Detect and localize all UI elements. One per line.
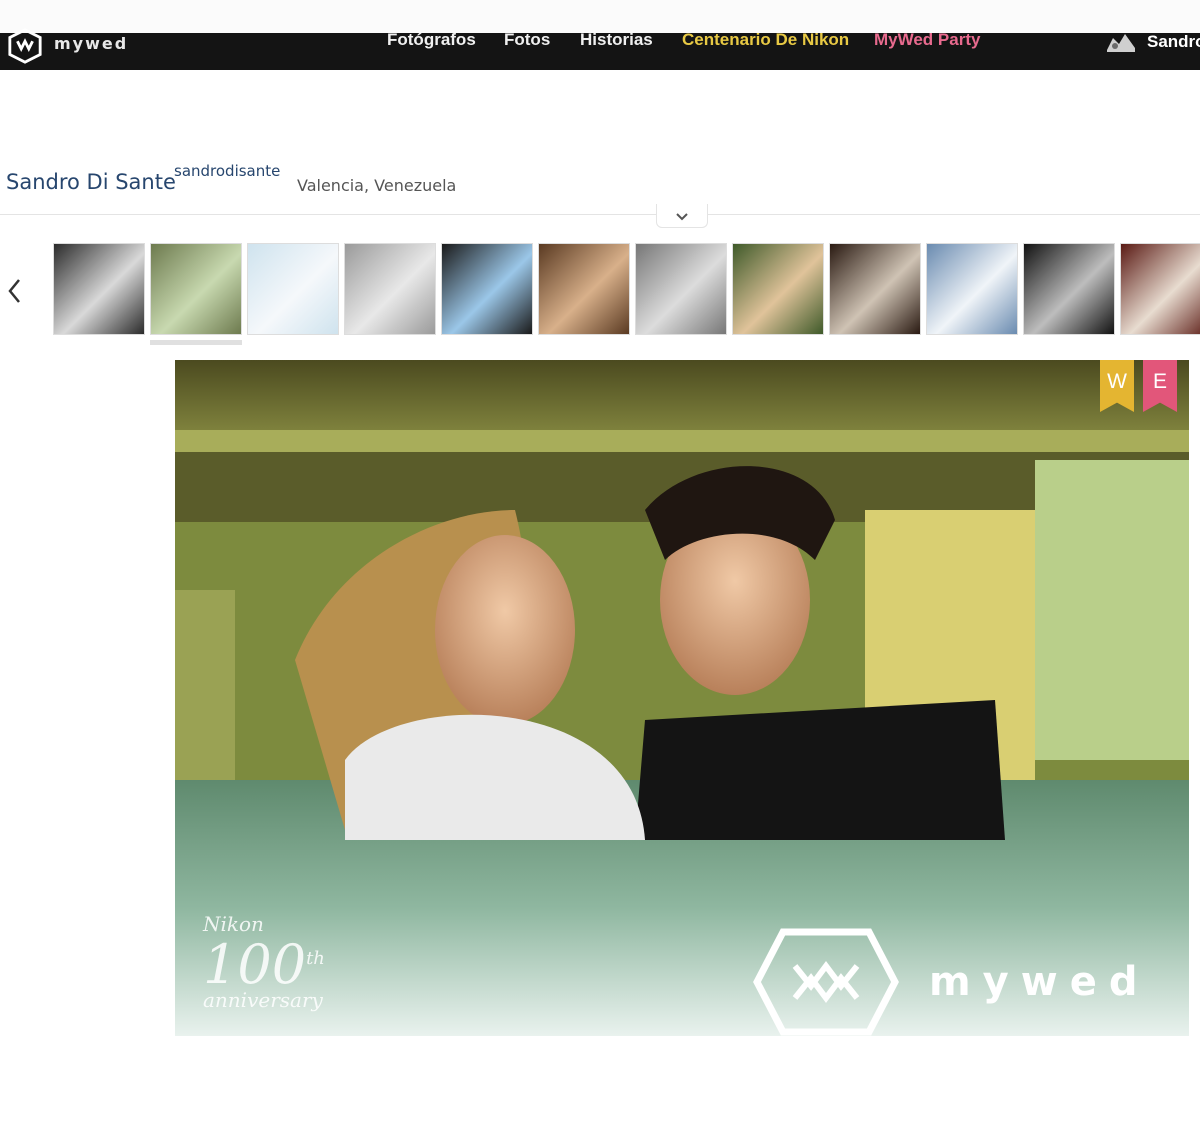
watermark-nikon-number: 100 <box>203 933 307 996</box>
nav-centenario-nikon[interactable]: Centenario De Nikon <box>682 30 849 50</box>
thumb-balloons[interactable] <box>441 243 533 335</box>
main-photo[interactable]: W E Nikon 100th anniversary mywed <box>175 360 1189 1036</box>
thumb-couple-kiss[interactable] <box>538 243 630 335</box>
watermark-nikon-anniversary: anniversary <box>203 988 323 1012</box>
brand-name: mywed <box>54 33 129 53</box>
thumb-couple-street[interactable] <box>635 243 727 335</box>
expand-profile-button[interactable] <box>656 204 708 228</box>
photographer-location: Valencia, Venezuela <box>297 176 457 195</box>
thumbs-prev-button[interactable] <box>2 274 26 308</box>
mywed-logo-icon <box>8 28 42 64</box>
watermark-brand: mywed <box>929 959 1150 1005</box>
user-name: Sandro <box>1147 32 1200 51</box>
thumb-couple-bw[interactable] <box>53 243 145 335</box>
nav-mywed-party[interactable]: MyWed Party <box>874 30 980 50</box>
user-avatar <box>1107 34 1135 52</box>
brand-logo[interactable]: mywed <box>6 28 128 64</box>
thumb-bride-red[interactable] <box>1120 243 1200 335</box>
thumb-bride-window[interactable] <box>829 243 921 335</box>
chevron-down-icon <box>676 212 688 220</box>
user-menu[interactable]: Sandro <box>1103 30 1200 54</box>
thumbnail-selected-indicator <box>150 340 242 345</box>
mywed-watermark-logo-icon <box>753 928 899 1036</box>
thumb-couple-pool[interactable] <box>150 243 242 335</box>
nav-historias[interactable]: Historias <box>580 30 653 50</box>
photographer-handle[interactable]: sandrodisante <box>174 162 280 180</box>
thumb-rings-bw[interactable] <box>1023 243 1115 335</box>
thumb-bride-veil[interactable] <box>344 243 436 335</box>
nikon-anniversary-watermark: Nikon 100th anniversary <box>203 912 325 1012</box>
thumb-snow-scene[interactable] <box>247 243 339 335</box>
header-divider <box>0 214 1200 215</box>
photographer-name[interactable]: Sandro Di Sante <box>6 170 176 194</box>
thumb-horse-mountains[interactable] <box>926 243 1018 335</box>
nav-fotografos[interactable]: Fotógrafos <box>387 30 476 50</box>
watermark-nikon-sup: th <box>306 948 325 969</box>
thumb-garden-table[interactable] <box>732 243 824 335</box>
nav-fotos[interactable]: Fotos <box>504 30 550 50</box>
mywed-watermark: mywed <box>753 928 1149 1036</box>
chevron-left-icon <box>8 279 20 303</box>
